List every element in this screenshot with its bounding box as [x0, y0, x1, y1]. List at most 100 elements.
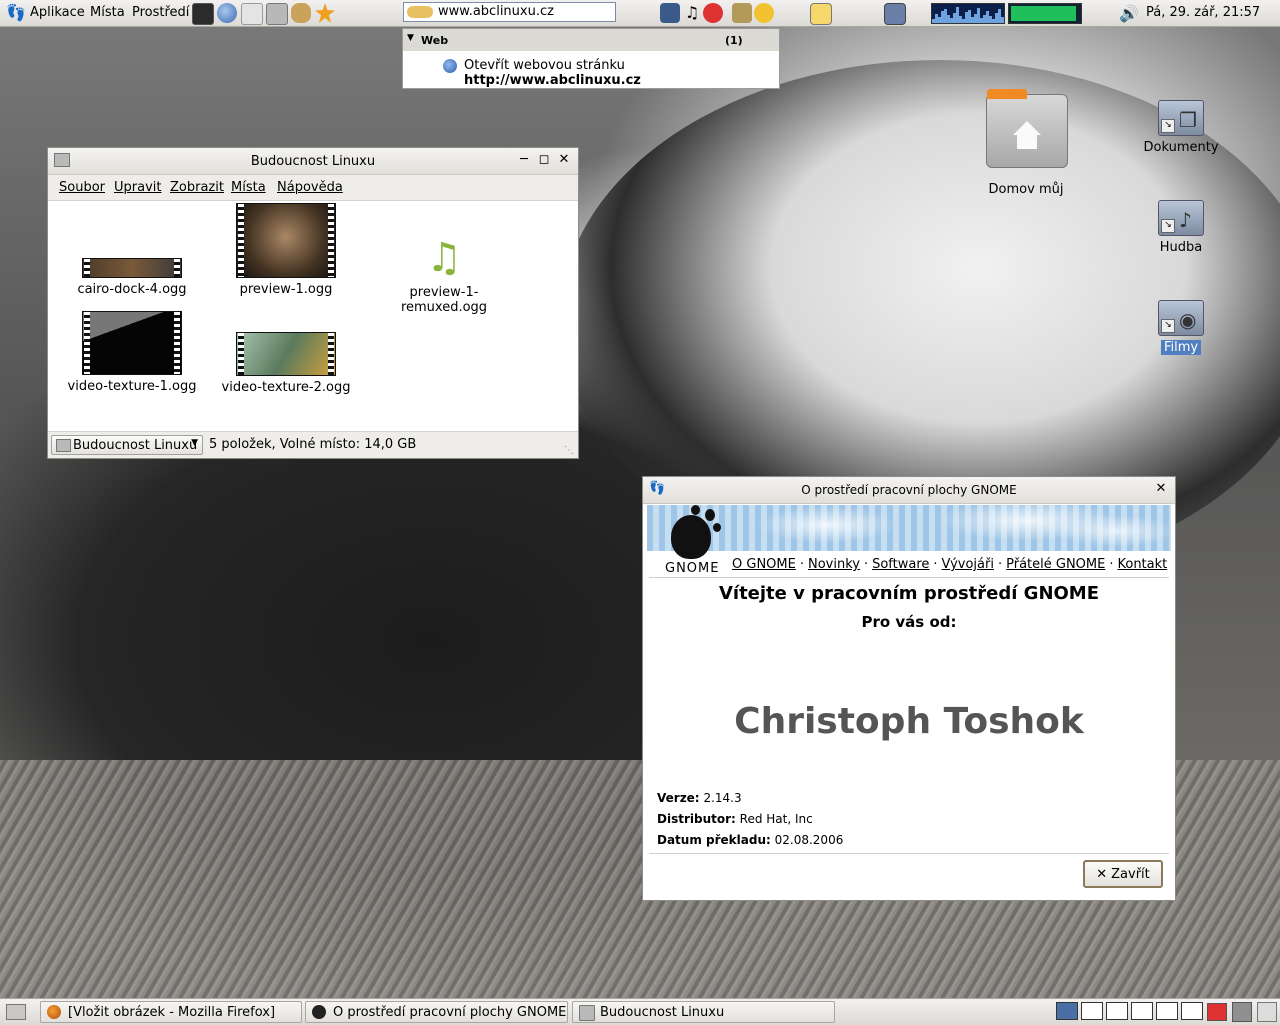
close-button[interactable]: ✕ [1153, 481, 1169, 497]
volume-icon[interactable]: 🔊 [1119, 4, 1139, 23]
link-about-gnome[interactable]: O GNOME [732, 557, 796, 572]
bottom-panel: [Vložit obrázek - Mozilla Firefox] O pro… [0, 998, 1280, 1025]
desktop-icon-documents[interactable]: Dokumenty [1140, 140, 1222, 155]
link-developers[interactable]: Vývojáři [942, 557, 994, 572]
build-date-label: Datum překladu: [657, 833, 771, 847]
link-friends[interactable]: Přátelé GNOME [1006, 557, 1105, 572]
alert-icon[interactable] [703, 3, 723, 23]
show-desktop-icon[interactable] [6, 1004, 26, 1020]
music-icon[interactable]: ♫ [682, 3, 702, 23]
resize-grip-icon[interactable]: ⋱ [564, 445, 574, 456]
workspace-5[interactable] [1156, 1002, 1178, 1020]
url-input[interactable] [438, 4, 608, 19]
gnome-foot-icon[interactable]: 👣 [6, 4, 26, 22]
suggestion-action: Otevřít webovou stránku [464, 58, 625, 73]
close-button[interactable]: ✕ [556, 152, 572, 168]
printer-icon[interactable] [732, 3, 752, 23]
desktop-icon-label: Hudba [1159, 240, 1203, 255]
url-launcher-field[interactable] [403, 2, 616, 22]
window-titlebar[interactable]: 👣 O prostředí pracovní plochy GNOME ✕ [643, 477, 1175, 504]
globe-icon[interactable] [217, 3, 237, 23]
file-name: preview-1-remuxed.ogg [400, 285, 488, 315]
menu-places[interactable]: Místa [90, 5, 125, 20]
version-value: 2.14.3 [703, 791, 742, 805]
folder-icon [579, 1005, 595, 1021]
workspace-6[interactable] [1181, 1002, 1203, 1020]
films-folder-icon: ↘ ◉ [1158, 300, 1204, 336]
location-label: Budoucnost Linuxu [73, 438, 198, 453]
cpu-load-fill [1011, 6, 1076, 21]
menu-places[interactable]: Místa [231, 180, 266, 195]
version-label: Verze: [657, 791, 700, 805]
windows-icon[interactable] [810, 3, 832, 25]
workspace-3[interactable] [1106, 1002, 1128, 1020]
arrow-applet-icon[interactable] [1207, 1003, 1227, 1021]
link-news[interactable]: Novinky [808, 557, 860, 572]
chevron-down-icon: ▼ [191, 438, 198, 448]
link-software[interactable]: Software [872, 557, 929, 572]
file-view: cairo-dock-4.ogg preview-1.ogg ♫ preview… [48, 201, 578, 434]
file-item[interactable]: cairo-dock-4.ogg [62, 258, 202, 297]
status-bar: Budoucnost Linuxu ▼ 5 položek, Volné mís… [48, 431, 578, 458]
file-item[interactable]: preview-1.ogg [216, 203, 356, 297]
globe-icon [443, 59, 457, 73]
collapse-triangle-icon[interactable]: ▼ [407, 33, 414, 43]
terminal-icon[interactable] [192, 3, 214, 25]
calculator-icon[interactable] [266, 3, 288, 25]
file-item[interactable]: video-texture-1.ogg [62, 311, 202, 394]
trash-icon[interactable] [1232, 1002, 1252, 1022]
about-nav-links: O GNOME · Novinky · Software · Vývojáři · Přátel… [732, 557, 1168, 572]
suggestion-group-header[interactable]: ▼ Web (1) [403, 29, 779, 51]
minimize-button[interactable]: ─ [516, 152, 532, 168]
menu-file[interactable]: Soubor [59, 180, 105, 195]
gimp-icon[interactable] [291, 3, 311, 23]
suggestion-count: (1) [725, 34, 743, 47]
menu-help[interactable]: Nápověda [277, 180, 343, 195]
menu-edit[interactable]: Upravit [114, 180, 161, 195]
smiley-icon[interactable] [754, 3, 774, 23]
close-button-label: Zavřít [1111, 866, 1150, 882]
version-info: Verze: 2.14.3 [657, 791, 742, 805]
task-about-gnome[interactable]: O prostředí pracovní plochy GNOME [305, 1001, 568, 1023]
network-icon[interactable] [660, 3, 680, 23]
welcome-subheading: Pro vás od: [861, 613, 957, 631]
file-item[interactable]: ♫ preview-1-remuxed.ogg [374, 235, 514, 315]
maximize-button[interactable]: ◻ [536, 152, 552, 168]
task-file-manager[interactable]: Budoucnost Linuxu [572, 1001, 835, 1023]
desktop-icon-music[interactable]: Hudba [1140, 240, 1222, 255]
file-manager-window: Budoucnost Linuxu ─ ◻ ✕ Soubor Upravit Z… [47, 147, 579, 459]
music-folder-icon: ↘ ♪ [1158, 200, 1204, 236]
window-list-icon[interactable] [1257, 1002, 1277, 1022]
open-url-suggestion[interactable]: Otevřít webovou stránku http://www.abcli… [464, 58, 779, 88]
window-titlebar[interactable]: Budoucnost Linuxu ─ ◻ ✕ [48, 148, 578, 175]
desktop-icon-films[interactable]: Filmy [1140, 340, 1222, 355]
star-icon[interactable] [315, 3, 335, 23]
workspace-1[interactable] [1056, 1002, 1078, 1020]
menu-system[interactable]: Prostředí [132, 5, 189, 20]
distributor-label: Distributor: [657, 812, 736, 826]
film-thumbnail [82, 311, 182, 375]
mail-icon[interactable] [241, 3, 263, 25]
workspace-2[interactable] [1081, 1002, 1103, 1020]
film-thumbnail [82, 258, 182, 278]
sky-banner [647, 505, 1171, 551]
task-firefox[interactable]: [Vložit obrázek - Mozilla Firefox] [40, 1001, 302, 1023]
monitor-icon[interactable] [884, 3, 906, 25]
suggestion-url: http://www.abclinuxu.cz [464, 73, 641, 88]
music-note-icon: ♫ [426, 235, 462, 281]
menu-view[interactable]: Zobrazit [170, 180, 224, 195]
folder-icon [56, 439, 71, 452]
menu-applications[interactable]: Aplikace [30, 5, 85, 20]
workspace-4[interactable] [1131, 1002, 1153, 1020]
clock[interactable]: Pá, 29. zář, 21:57 [1146, 5, 1260, 20]
link-contact[interactable]: Kontakt [1117, 557, 1167, 572]
status-text: 5 položek, Volné místo: 14,0 GB [209, 437, 417, 452]
menubar: Soubor Upravit Zobrazit Místa Nápověda [48, 175, 578, 201]
file-item[interactable]: video-texture-2.ogg [216, 332, 356, 395]
location-dropdown[interactable]: Budoucnost Linuxu ▼ [51, 435, 203, 455]
task-label: [Vložit obrázek - Mozilla Firefox] [68, 1005, 276, 1020]
file-name: cairo-dock-4.ogg [77, 282, 187, 297]
close-dialog-button[interactable]: ✕ Zavřít [1083, 860, 1163, 888]
file-name: video-texture-1.ogg [67, 379, 197, 394]
key-icon [407, 6, 433, 18]
